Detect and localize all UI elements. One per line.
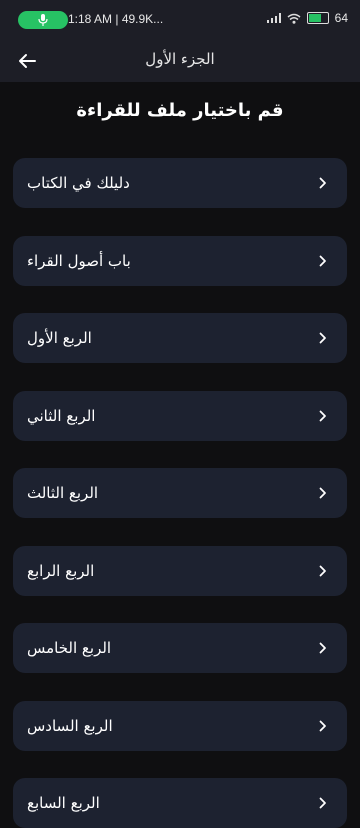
chevron-right-icon <box>315 175 331 191</box>
chevron-right-icon <box>315 718 331 734</box>
list-item-label: باب أصول القراء <box>27 251 131 270</box>
arrow-left-icon <box>19 54 36 68</box>
status-time-network: 1:18 AM | 49.9K... <box>68 12 164 26</box>
chevron-right-icon <box>315 640 331 656</box>
list-item[interactable]: الربع الخامس <box>13 623 347 673</box>
microphone-icon <box>38 14 48 26</box>
list-item-label: الربع الثاني <box>27 406 96 425</box>
list-item[interactable]: باب أصول القراء <box>13 235 347 286</box>
list-item-label: الربع السادس <box>27 716 113 735</box>
select-file-prompt: قم باختيار ملف للقراءة <box>76 100 284 121</box>
list-item-label: الربع الثالث <box>27 484 99 502</box>
list-item-label: الربع الرابع <box>27 561 95 580</box>
list-item[interactable]: الربع الثالث <box>13 468 347 518</box>
list-item[interactable]: الربع السادس <box>13 700 347 751</box>
page-title: الجزء الأول <box>145 50 215 68</box>
chevron-right-icon <box>315 253 331 269</box>
chevron-right-icon <box>315 795 331 811</box>
signal-icon <box>266 13 281 23</box>
list-item-label: الربع الخامس <box>27 639 112 657</box>
wifi-icon <box>287 13 301 24</box>
app-bar: الجزء الأول <box>0 40 360 82</box>
chevron-right-icon <box>315 408 331 424</box>
back-button[interactable] <box>14 47 40 75</box>
microphone-indicator <box>18 11 68 29</box>
chevron-right-icon <box>315 485 331 501</box>
list-item[interactable]: الربع السابع <box>13 778 347 828</box>
status-icons: 64 <box>266 11 348 25</box>
list-item[interactable]: الربع الرابع <box>13 545 347 596</box>
list-item[interactable]: الربع الأول <box>13 313 347 363</box>
battery-percent: 64 <box>334 11 348 25</box>
battery-icon <box>306 12 329 24</box>
chevron-right-icon <box>315 330 331 346</box>
list-item-label: الربع السابع <box>27 794 100 812</box>
chevron-right-icon <box>315 563 331 579</box>
status-bar: 1:18 AM | 49.9K... 64 <box>0 0 360 40</box>
list-item-label: دليلك في الكتاب <box>27 174 130 192</box>
list-item-label: الربع الأول <box>27 329 92 347</box>
list-item[interactable]: الربع الثاني <box>13 390 347 441</box>
list-item[interactable]: دليلك في الكتاب <box>13 158 347 208</box>
